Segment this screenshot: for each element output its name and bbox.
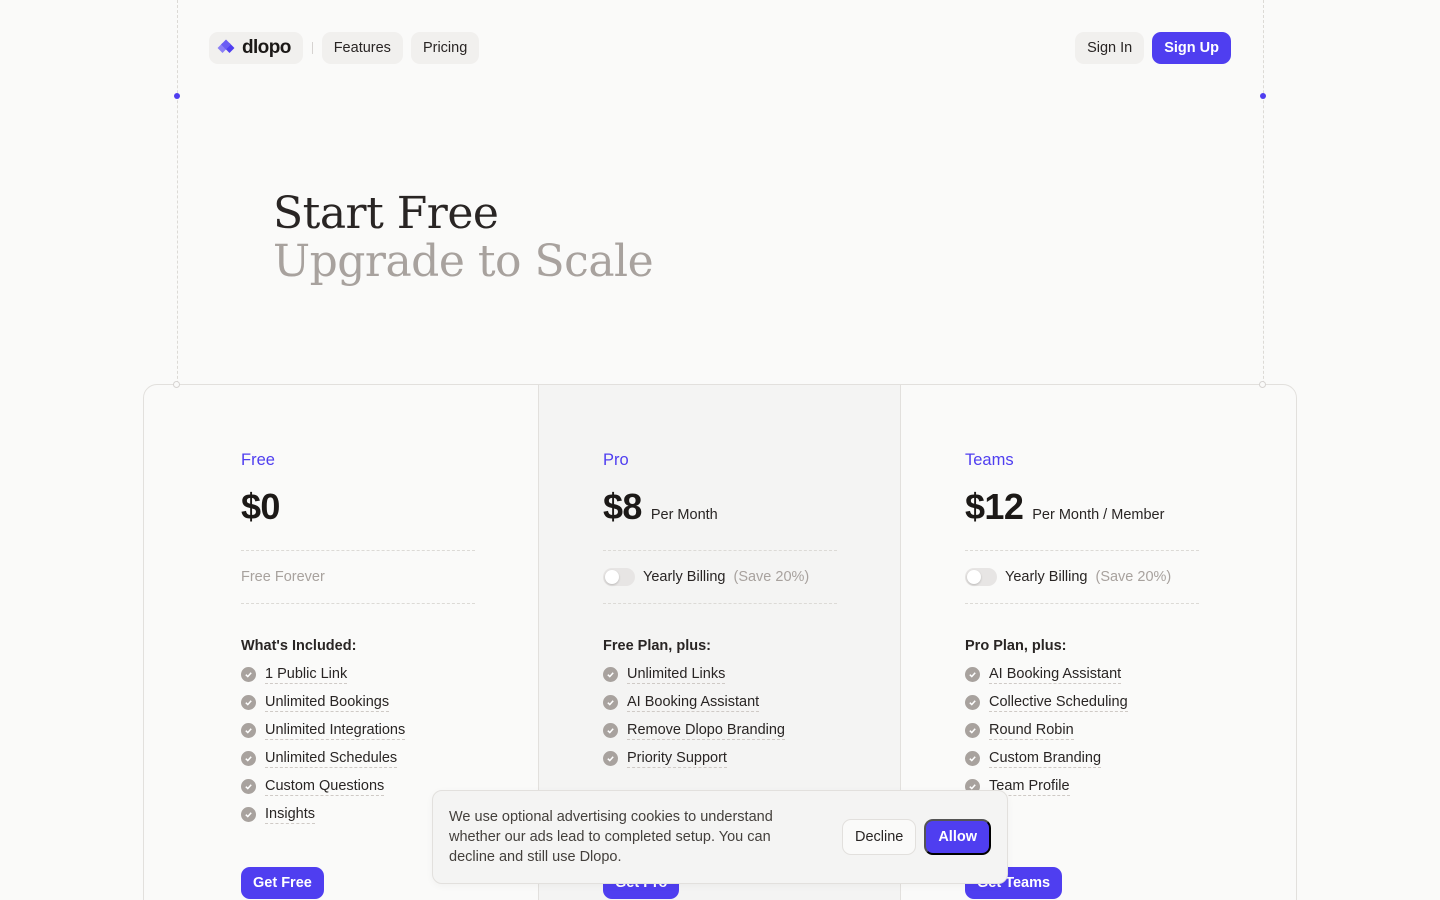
- check-circle-icon: [241, 666, 256, 682]
- nav-features-link[interactable]: Features: [321, 32, 403, 64]
- check-circle-icon: [965, 694, 980, 710]
- allow-button[interactable]: Allow: [924, 819, 991, 855]
- diamond-logo-icon: [217, 39, 235, 53]
- check-circle-icon: [603, 694, 618, 710]
- toggle-knob: [605, 570, 619, 584]
- feature-label[interactable]: Round Robin: [989, 721, 1074, 740]
- list-item: Unlimited Schedules: [241, 744, 475, 772]
- plan-price: $8: [603, 486, 642, 527]
- plan-name: Teams: [965, 451, 1014, 469]
- feature-label[interactable]: Remove Dlopo Branding: [627, 721, 785, 740]
- price-note: Per Month: [650, 507, 718, 523]
- hero-title: Start Free: [273, 188, 499, 239]
- billing-text: Free Forever: [241, 569, 325, 585]
- plan-price: $12: [965, 486, 1024, 527]
- check-circle-icon: [241, 750, 256, 766]
- sign-up-button[interactable]: Sign Up: [1152, 32, 1231, 64]
- plan-name: Free: [241, 451, 275, 469]
- sign-in-button[interactable]: Sign In: [1075, 32, 1145, 64]
- get-free-button[interactable]: Get Free: [241, 867, 324, 899]
- guide-node-right: [1259, 381, 1266, 388]
- check-circle-icon: [603, 750, 618, 766]
- billing-save: (Save 20%): [733, 569, 810, 585]
- list-item: Unlimited Links: [603, 660, 837, 688]
- list-item: Round Robin: [965, 716, 1199, 744]
- feature-label[interactable]: Custom Questions: [265, 777, 385, 796]
- guide-dot-right: [1260, 93, 1266, 99]
- cookie-banner: We use optional advertising cookies to u…: [432, 790, 1008, 884]
- hero-subtitle: Upgrade to Scale: [273, 236, 654, 287]
- decline-button[interactable]: Decline: [841, 819, 917, 855]
- feature-label[interactable]: Insights: [265, 805, 315, 824]
- check-circle-icon: [241, 694, 256, 710]
- included-title: Free Plan, plus:: [603, 638, 711, 654]
- nav-divider: [311, 42, 313, 54]
- nav-pricing-link[interactable]: Pricing: [410, 32, 480, 64]
- feature-label[interactable]: Unlimited Integrations: [265, 721, 406, 740]
- hero-heading: Start Free Upgrade to Scale: [273, 188, 654, 287]
- list-item: Unlimited Integrations: [241, 716, 475, 744]
- feature-label[interactable]: AI Booking Assistant: [989, 665, 1122, 684]
- check-circle-icon: [241, 778, 256, 794]
- plan-name: Pro: [603, 451, 629, 469]
- check-circle-icon: [965, 666, 980, 682]
- billing-save: (Save 20%): [1095, 569, 1172, 585]
- top-nav: dlopo Features Pricing Sign In Sign Up: [209, 32, 1231, 64]
- feature-label[interactable]: Unlimited Bookings: [265, 693, 390, 712]
- list-item: Priority Support: [603, 744, 837, 772]
- feature-label[interactable]: Priority Support: [627, 749, 727, 768]
- list-item: Unlimited Bookings: [241, 688, 475, 716]
- divider: [965, 603, 1199, 604]
- list-item: AI Booking Assistant: [603, 688, 837, 716]
- cookie-actions: Decline Allow: [841, 819, 991, 855]
- feature-label[interactable]: AI Booking Assistant: [627, 693, 760, 712]
- feature-label[interactable]: Collective Scheduling: [989, 693, 1128, 712]
- feature-label[interactable]: 1 Public Link: [265, 665, 348, 684]
- toggle-knob: [967, 570, 981, 584]
- logo-link[interactable]: dlopo: [209, 32, 303, 64]
- check-circle-icon: [241, 806, 256, 822]
- feature-list: AI Booking Assistant Collective Scheduli…: [965, 660, 1199, 800]
- check-circle-icon: [603, 666, 618, 682]
- guide-node-left: [173, 381, 180, 388]
- check-circle-icon: [965, 722, 980, 738]
- included-title: What's Included:: [241, 638, 357, 654]
- guide-dot-left: [174, 93, 180, 99]
- feature-label[interactable]: Unlimited Links: [627, 665, 726, 684]
- list-item: Remove Dlopo Branding: [603, 716, 837, 744]
- list-item: Custom Branding: [965, 744, 1199, 772]
- divider: [241, 603, 475, 604]
- list-item: AI Booking Assistant: [965, 660, 1199, 688]
- billing-label: Yearly Billing: [643, 569, 726, 585]
- billing-label: Yearly Billing: [1005, 569, 1088, 585]
- check-circle-icon: [603, 722, 618, 738]
- logo-text: dlopo: [242, 37, 291, 58]
- feature-label[interactable]: Unlimited Schedules: [265, 749, 398, 768]
- yearly-billing-toggle[interactable]: [603, 568, 635, 586]
- feature-label[interactable]: Custom Branding: [989, 749, 1102, 768]
- included-title: Pro Plan, plus:: [965, 638, 1067, 654]
- check-circle-icon: [241, 722, 256, 738]
- list-item: Collective Scheduling: [965, 688, 1199, 716]
- check-circle-icon: [965, 750, 980, 766]
- price-note: Per Month / Member: [1032, 507, 1165, 523]
- cookie-text: We use optional advertising cookies to u…: [449, 809, 773, 865]
- feature-list: Unlimited Links AI Booking Assistant Rem…: [603, 660, 837, 772]
- divider: [603, 603, 837, 604]
- yearly-billing-toggle[interactable]: [965, 568, 997, 586]
- list-item: 1 Public Link: [241, 660, 475, 688]
- plan-price: $0: [241, 486, 280, 527]
